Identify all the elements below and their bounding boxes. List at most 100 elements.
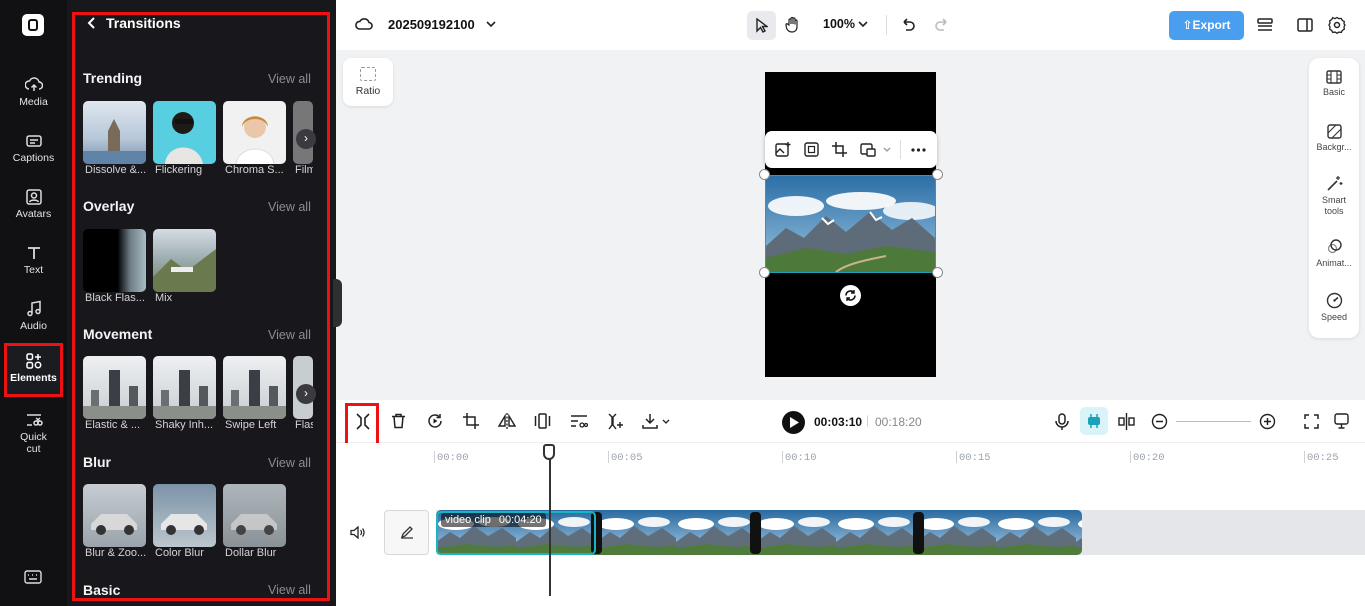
- prop-label: Speed: [1320, 312, 1348, 322]
- transition-thumb[interactable]: [223, 101, 286, 164]
- view-all-blur[interactable]: View all: [268, 456, 311, 470]
- playhead-handle[interactable]: [543, 444, 555, 460]
- view-all-movement[interactable]: View all: [268, 328, 311, 342]
- zoom-in-icon[interactable]: [1259, 413, 1276, 430]
- download-icon[interactable]: [642, 413, 658, 429]
- fit-screen-icon[interactable]: [1304, 414, 1319, 429]
- transition-thumb[interactable]: [153, 229, 216, 292]
- settings-gear-icon[interactable]: [1328, 16, 1346, 34]
- rail-item-audio[interactable]: Audio: [4, 294, 63, 346]
- select-tool-button[interactable]: [747, 11, 776, 40]
- prop-basic[interactable]: Basic: [1309, 70, 1359, 98]
- view-all-trending[interactable]: View all: [268, 72, 311, 86]
- transition-thumb[interactable]: [223, 356, 286, 419]
- volume-icon[interactable]: [350, 526, 365, 539]
- fit-frame-icon[interactable]: [804, 142, 819, 157]
- export-button[interactable]: ⇧Export: [1169, 11, 1244, 40]
- transition-thumb[interactable]: [153, 356, 216, 419]
- feedback-icon[interactable]: [1334, 413, 1349, 429]
- transition-thumb[interactable]: [153, 484, 216, 547]
- microphone-icon[interactable]: [1055, 413, 1069, 431]
- rail-item-captions[interactable]: Captions: [4, 126, 63, 178]
- rail-item-quick-cut[interactable]: Quick cut: [4, 405, 63, 465]
- resize-handle[interactable]: [932, 169, 943, 180]
- play-button[interactable]: [782, 411, 805, 434]
- undo-icon[interactable]: [900, 17, 916, 31]
- ruler-tick-label: 00:15: [959, 452, 991, 464]
- transition-slot[interactable]: [913, 512, 924, 554]
- playhead[interactable]: [549, 444, 551, 596]
- chevron-down-icon[interactable]: [883, 147, 891, 152]
- clip-label: video clip 00:04:20: [441, 513, 546, 527]
- prop-background[interactable]: Backgr...: [1309, 124, 1359, 153]
- total-time: 00:18:20: [875, 415, 922, 429]
- transition-thumb[interactable]: [83, 101, 146, 164]
- ruler-tick-label: 00:20: [1133, 452, 1165, 464]
- section-title-blur: Blur: [83, 454, 111, 470]
- rail-item-avatars[interactable]: Avatars: [4, 182, 63, 234]
- panel-toggle-icon[interactable]: [1296, 16, 1314, 34]
- hand-tool-icon[interactable]: [785, 16, 801, 33]
- ruler-tick-mark: [956, 451, 957, 463]
- panel-collapse-handle[interactable]: [333, 279, 342, 327]
- split-add-icon[interactable]: [607, 413, 624, 430]
- rail-label: Captions: [12, 152, 55, 164]
- scroll-right-button[interactable]: ›: [296, 384, 316, 404]
- chevron-down-icon[interactable]: [486, 21, 496, 28]
- zoom-level[interactable]: 100%: [823, 17, 855, 31]
- ruler-tick-label: 00:25: [1307, 452, 1339, 464]
- rail-item-elements[interactable]: Elements: [4, 343, 63, 397]
- flip-icon[interactable]: [498, 413, 516, 429]
- rail-item-text[interactable]: Text: [4, 238, 63, 290]
- transition-thumb[interactable]: [153, 101, 216, 164]
- align-center-icon[interactable]: [1118, 413, 1135, 430]
- zoom-slider[interactable]: [1176, 421, 1251, 422]
- section-title-overlay: Overlay: [83, 198, 135, 214]
- rail-label: Media: [19, 96, 48, 108]
- audio-icon: [26, 300, 41, 317]
- resize-handle[interactable]: [932, 267, 943, 278]
- transition-thumb[interactable]: [223, 484, 286, 547]
- rail-item-media[interactable]: Media: [4, 70, 63, 122]
- scroll-right-button[interactable]: ›: [296, 129, 316, 149]
- ratio-button[interactable]: Ratio: [343, 58, 393, 106]
- edit-cover-button[interactable]: [384, 510, 429, 555]
- resize-handle[interactable]: [759, 169, 770, 180]
- layers-icon[interactable]: [1256, 16, 1274, 34]
- keyboard-shortcuts-icon[interactable]: [24, 570, 42, 584]
- delete-icon[interactable]: [391, 413, 406, 429]
- prop-animation[interactable]: Animat...: [1309, 238, 1359, 269]
- replay-icon[interactable]: [427, 413, 443, 429]
- resize-handle[interactable]: [759, 267, 770, 278]
- cloud-save-icon[interactable]: [355, 16, 373, 32]
- clip-duration: 00:04:20: [498, 514, 542, 526]
- section-title-trending: Trending: [83, 70, 143, 86]
- transition-thumb[interactable]: [83, 229, 146, 292]
- back-chevron-icon[interactable]: [87, 17, 97, 29]
- transition-thumb[interactable]: [83, 356, 146, 419]
- magnet-snap-button[interactable]: [1080, 407, 1108, 435]
- prop-speed[interactable]: Speed: [1309, 292, 1359, 323]
- replace-image-icon[interactable]: [775, 142, 791, 157]
- prop-smart-tools[interactable]: Smart tools: [1309, 175, 1359, 217]
- crop-icon[interactable]: [832, 142, 847, 157]
- transition-thumb[interactable]: [83, 484, 146, 547]
- quick-cut-icon[interactable]: [570, 413, 588, 429]
- view-all-overlay[interactable]: View all: [268, 200, 311, 214]
- more-options-icon[interactable]: [911, 148, 926, 152]
- crop-icon[interactable]: [463, 413, 479, 429]
- selected-media-layer[interactable]: [765, 175, 936, 273]
- remove-background-icon[interactable]: [860, 142, 876, 157]
- view-all-basic[interactable]: View all: [268, 583, 311, 597]
- transition-slot[interactable]: [750, 512, 761, 554]
- zoom-out-icon[interactable]: [1151, 413, 1168, 430]
- chevron-down-icon[interactable]: [858, 21, 868, 28]
- prop-label: Backgr...: [1316, 142, 1352, 152]
- redo-icon[interactable]: [934, 17, 950, 31]
- rotate-icon[interactable]: [840, 285, 861, 306]
- freeze-frame-icon[interactable]: [534, 413, 551, 429]
- chevron-down-icon[interactable]: [662, 419, 670, 424]
- transition-label: Chroma S...: [225, 164, 284, 176]
- app-logo[interactable]: [22, 14, 44, 36]
- project-name[interactable]: 202509192100: [388, 17, 475, 32]
